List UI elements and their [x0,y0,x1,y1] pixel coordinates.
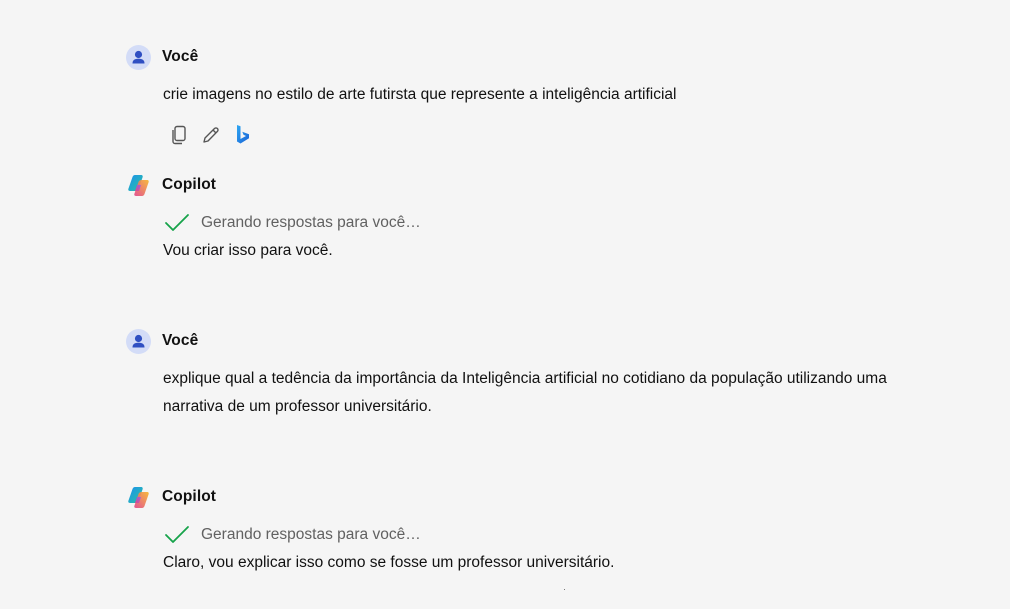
copilot-logo-icon [128,174,149,196]
bing-icon [237,125,249,144]
copy-button[interactable] [168,123,190,147]
message-actions [168,123,254,147]
user-message-header: Você [126,328,198,354]
author-name: Você [162,332,199,349]
generation-status: Gerando respostas para você… [164,211,421,235]
copilot-avatar [126,485,151,510]
user-message-text: crie imagens no estilo de arte futirsta … [163,86,677,103]
person-icon [132,334,145,347]
user-message-text: explique qual a tedência da importância … [163,370,887,415]
edit-icon [203,127,219,143]
edit-button[interactable] [200,123,222,147]
author-name: Copilot [162,176,217,193]
bing-button[interactable] [232,123,254,147]
generation-status: Gerando respostas para você… [164,523,421,547]
copilot-message-header: Copilot [126,484,216,510]
loading-dot [564,589,565,590]
copilot-message-text: Vou criar isso para você. [163,242,333,259]
checkmark-icon [165,214,189,231]
copilot-avatar [126,173,151,198]
author-name: Você [162,48,199,65]
copilot-message-header: Copilot [126,172,216,198]
status-text: Gerando respostas para você… [201,214,421,231]
checkmark-icon [165,526,189,543]
status-text: Gerando respostas para você… [201,526,421,543]
person-icon [132,50,145,63]
copy-icon [172,125,186,145]
copilot-logo-icon [128,486,149,508]
user-avatar [126,44,151,70]
user-message-header: Você [126,44,198,70]
user-avatar [126,328,151,354]
author-name: Copilot [162,488,217,505]
copilot-message-text: Claro, vou explicar isso como se fosse u… [163,554,615,571]
